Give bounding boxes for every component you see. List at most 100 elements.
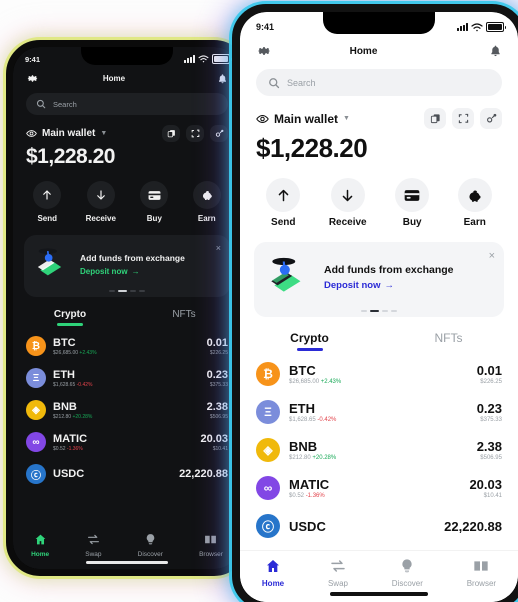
list-item[interactable]: ₿ BTC $26,685.00 +2.43% 0.01 $226.25 — [240, 355, 518, 393]
bell-icon[interactable] — [489, 44, 502, 58]
bulb-icon — [399, 558, 415, 576]
earn-button[interactable]: Earn — [192, 181, 221, 223]
usdc-icon: ⓒ — [26, 464, 46, 484]
list-item[interactable]: Ξ ETH $1,628.65 -0.42% 0.23 $375.33 — [13, 362, 241, 394]
nav-browser[interactable]: Browser — [199, 533, 223, 558]
nav-swap[interactable]: Swap — [328, 558, 348, 588]
bnb-icon: ◈ — [256, 438, 280, 462]
receive-button[interactable]: Receive — [329, 178, 367, 228]
tab-crypto[interactable]: Crypto — [13, 309, 127, 326]
piggy-bank-icon — [457, 178, 492, 212]
phone-light-theme: 9:41 Home Search Main wallet ▼ $1,228.20… — [232, 4, 518, 602]
send-button[interactable]: Send — [33, 181, 62, 223]
tab-nfts[interactable]: NFTs — [127, 309, 241, 326]
coin-fiat: $375.33 — [209, 381, 228, 388]
nav-browser-label: Browser — [466, 579, 497, 588]
nav-home-label: Home — [31, 551, 50, 558]
search-icon — [268, 77, 280, 89]
bell-icon[interactable] — [217, 73, 228, 85]
copy-icon[interactable] — [162, 125, 180, 142]
connect-icon[interactable] — [480, 108, 502, 129]
home-icon — [34, 533, 47, 548]
quick-action-row: Send Receive Buy Earn — [13, 169, 241, 223]
receive-button[interactable]: Receive — [86, 181, 116, 223]
list-item[interactable]: ◈ BNB $212.80 +20.28% 2.38 $506.95 — [240, 431, 518, 469]
tab-nfts-label: NFTs — [434, 331, 463, 345]
chevron-down-icon: ▼ — [100, 130, 108, 137]
list-item[interactable]: Ξ ETH $1,628.65 -0.42% 0.23 $375.33 — [240, 393, 518, 431]
tab-crypto-label: Crypto — [53, 309, 87, 320]
coin-symbol: BNB — [289, 439, 318, 454]
buy-button[interactable]: Buy — [140, 181, 169, 223]
coin-symbol: ETH — [289, 401, 315, 416]
quick-action-row: Send Receive Buy Earn — [240, 164, 518, 228]
phone-dark-theme: 9:41 Home Search Main wallet ▼ $1,228.20… — [6, 40, 248, 576]
home-icon — [265, 558, 281, 576]
arrow-down-icon — [86, 181, 115, 209]
gear-icon[interactable] — [256, 43, 272, 59]
btc-icon: ₿ — [26, 336, 46, 356]
gear-icon[interactable] — [26, 72, 39, 85]
list-item[interactable]: ∞ MATIC $0.52 -1.36% 20.03 $10.41 — [240, 469, 518, 507]
close-icon[interactable]: × — [489, 250, 495, 262]
wallet-selector[interactable]: Main wallet ▼ — [26, 128, 107, 139]
coin-symbol: ETH — [53, 368, 75, 381]
coin-price-change: $1,628.65 -0.42% — [53, 381, 93, 388]
list-item[interactable]: ₿ BTC $26,685.00 +2.43% 0.01 $226.25 — [13, 330, 241, 362]
banner-link-label[interactable]: Deposit now — [324, 280, 380, 291]
banner-title: Add funds from exchange — [324, 264, 454, 276]
coin-symbol: BTC — [289, 363, 316, 378]
earn-button[interactable]: Earn — [457, 178, 492, 228]
promo-banner[interactable]: Add funds from exchange Deposit now → × — [24, 235, 230, 297]
arrow-up-icon — [266, 178, 301, 212]
copy-icon[interactable] — [424, 108, 446, 129]
close-icon[interactable]: × — [216, 243, 221, 253]
nav-swap-label: Swap — [85, 551, 102, 558]
coin-fiat: $506.95 — [209, 413, 228, 420]
bnb-icon: ◈ — [26, 400, 46, 420]
nav-home[interactable]: Home — [262, 558, 284, 588]
matic-icon: ∞ — [256, 476, 280, 500]
wallet-selector[interactable]: Main wallet ▼ — [256, 112, 350, 126]
coin-amount: 0.23 — [206, 368, 228, 381]
coin-fiat: $506.95 — [480, 455, 502, 461]
usdc-icon: ⓒ — [256, 514, 280, 538]
tab-nfts[interactable]: NFTs — [379, 331, 518, 351]
buy-button[interactable]: Buy — [395, 178, 430, 228]
banner-link-label[interactable]: Deposit now — [80, 267, 128, 276]
tab-crypto[interactable]: Crypto — [240, 331, 379, 351]
nav-swap[interactable]: Swap — [85, 533, 102, 558]
cellular-signal-icon — [184, 55, 195, 63]
connect-icon[interactable] — [210, 125, 228, 142]
qr-scan-icon[interactable] — [186, 125, 204, 142]
promo-banner[interactable]: Add funds from exchange Deposit now → × — [254, 242, 504, 317]
nav-discover[interactable]: Discover — [138, 533, 163, 558]
list-item[interactable]: ⓒ USDC 22,220.88 — [13, 458, 241, 490]
search-placeholder: Search — [287, 77, 316, 88]
coin-symbol: BTC — [53, 336, 76, 349]
wallet-selector-row: Main wallet ▼ — [240, 96, 518, 129]
coin-fiat: $10.41 — [212, 445, 228, 452]
nav-home[interactable]: Home — [31, 533, 49, 558]
send-label: Send — [37, 214, 57, 223]
search-input[interactable]: Search — [256, 69, 502, 96]
nav-discover-label: Discover — [137, 551, 163, 558]
list-item[interactable]: ⓒ USDC 22,220.88 — [240, 507, 518, 545]
status-time: 9:41 — [25, 54, 41, 64]
send-button[interactable]: Send — [266, 178, 301, 228]
coin-price-change: $26,685.00 +2.43% — [53, 349, 97, 356]
coin-symbol: MATIC — [289, 477, 330, 492]
page-title: Home — [349, 45, 378, 57]
list-item[interactable]: ∞ MATIC $0.52 -1.36% 20.03 $10.41 — [13, 426, 241, 458]
coin-amount: 22,220.88 — [179, 468, 228, 480]
search-input[interactable]: Search — [26, 93, 228, 115]
nav-discover[interactable]: Discover — [392, 558, 423, 588]
nav-browser[interactable]: Browser — [467, 558, 496, 588]
list-item[interactable]: ◈ BNB $212.80 +20.28% 2.38 $506.95 — [13, 394, 241, 426]
coin-fiat: $226.25 — [209, 349, 228, 356]
qr-scan-icon[interactable] — [452, 108, 474, 129]
wallet-selector-row: Main wallet ▼ — [13, 115, 241, 142]
app-screen-light: 9:41 Home Search Main wallet ▼ $1,228.20… — [240, 12, 518, 602]
arrow-right-icon: → — [384, 280, 394, 291]
earn-label: Earn — [463, 217, 486, 228]
